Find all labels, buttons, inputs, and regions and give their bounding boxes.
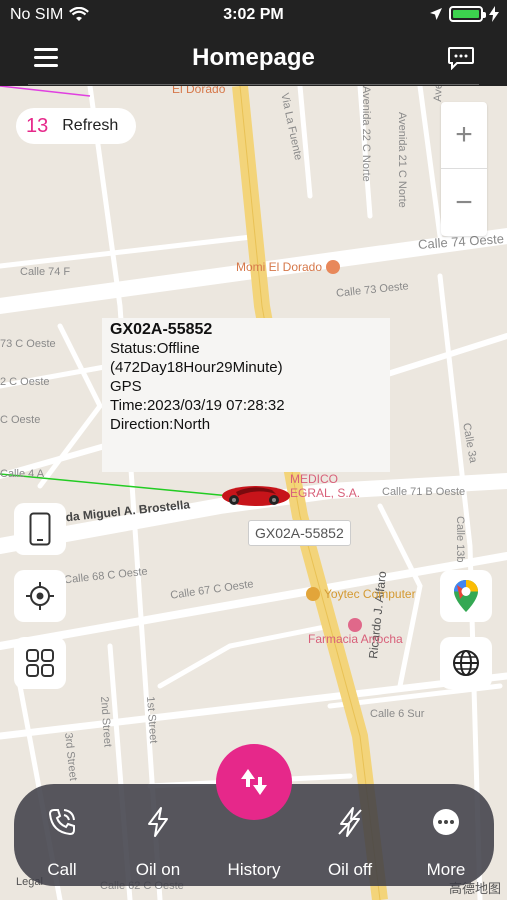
more-label: More [426,860,466,879]
bolt-icon [148,807,168,837]
center-action-button[interactable] [216,744,292,820]
map-layer-button[interactable] [440,637,492,689]
top-bar: No SIM 3:02 PM Homepage [0,0,507,86]
refresh-label: Refresh [62,117,119,134]
vehicle-time: Time:2023/03/19 07:28:32 [110,397,285,414]
charging-bolt-icon [489,6,499,22]
oil-on-label: Oil on [135,860,181,879]
poi-label: Momi El Dorado [236,260,341,274]
page-title: Homepage [192,44,315,71]
history-label: History [227,860,281,879]
vehicle-status: Status:Offline [110,340,200,357]
vehicle-plate: GX02A-55852 [110,321,213,338]
swap-arrows-icon [241,769,267,795]
poi-label: El Dorado [172,86,226,96]
vehicle-info-popup: GX02A-55852 Status:Offline (472Day18Hour… [102,318,390,472]
location-arrow-icon [430,8,442,20]
zoom-control: + − [441,102,487,236]
refresh-button[interactable]: 13 Refresh [16,108,136,144]
oil-off-tab[interactable]: Oil off [310,804,390,880]
more-icon [433,809,459,835]
poi-marker-icon [348,618,363,632]
device-button[interactable] [14,503,66,555]
poi-label: MEDICO [290,472,338,486]
message-icon[interactable] [447,46,475,70]
phone-device-icon [29,512,51,546]
offline-duration: (472Day18Hour29Minute) [110,359,283,376]
street-label: Calle 6 Sur [370,708,425,720]
call-label: Call [47,860,77,879]
poi-label: EGRAL, S.A. [290,486,361,500]
poi-label: Farmacia Arrocha [308,618,403,646]
vehicle-direction: Direction:North [110,416,211,433]
street-label: 73 C Oeste [0,338,56,350]
crosshair-icon [26,582,54,610]
positioning-mode: GPS [110,378,142,395]
header-divider [28,84,479,85]
bolt-off-icon [338,807,362,837]
google-maps-button[interactable] [440,570,492,622]
street-label: Avenida 22 C Norte [360,86,372,182]
oil-on-tab[interactable]: Oil on [118,804,198,880]
oil-off-label: Oil off [327,860,373,879]
status-bar: No SIM 3:02 PM [0,0,507,30]
google-maps-icon [454,580,478,612]
zoom-in-button[interactable]: + [441,102,487,169]
street-label: Calle 13b [454,516,466,563]
car-plate-label: GX02A-55852 [248,520,351,546]
poi-marker-icon [326,260,341,274]
globe-icon [453,650,479,676]
grid-icon [26,649,54,677]
device-count: 13 [26,114,49,137]
street-label: C Oeste [0,414,41,426]
phone-icon [48,809,75,836]
call-tab[interactable]: Call [22,804,102,880]
more-tab[interactable]: More [406,804,486,880]
street-label: Avenida 21 C Norte [396,112,408,208]
car-marker-icon[interactable] [216,480,292,508]
street-label: Calle 4 A [0,468,45,480]
street-label: Calle 71 B Oeste [382,486,466,498]
grid-button[interactable] [14,637,66,689]
street-label: 2 C Oeste [0,376,50,388]
zoom-out-button[interactable]: − [441,169,487,236]
street-label: Calle 74 F [20,266,71,278]
locate-button[interactable] [14,570,66,622]
poi-label: Yoytec Computer [306,587,416,601]
battery-icon [449,6,486,22]
poi-marker-icon [306,587,320,601]
